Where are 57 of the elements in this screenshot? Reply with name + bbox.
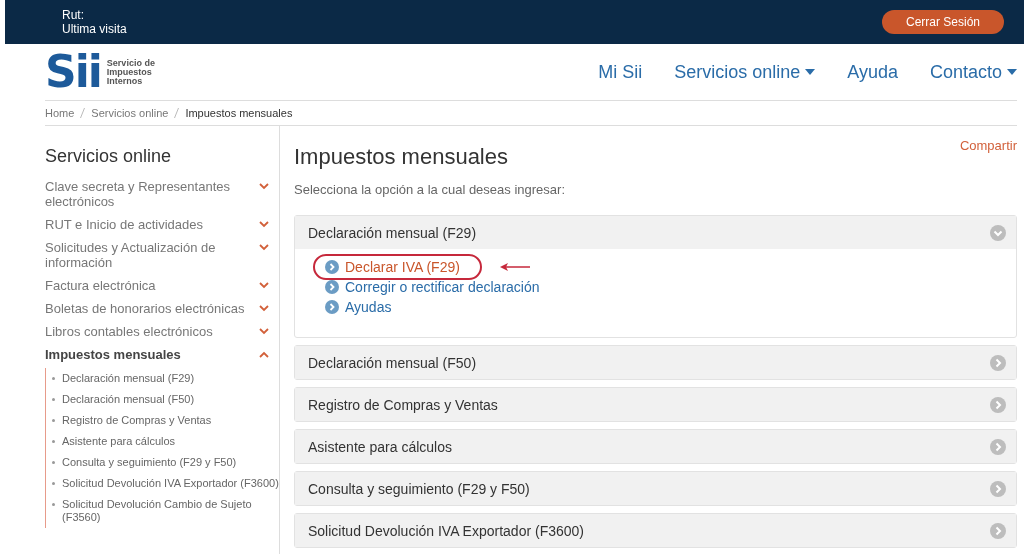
nav-link[interactable]: Mi Sii	[598, 61, 643, 83]
sidebar-item[interactable]: Clave secreta y Representantes electrónicos	[45, 179, 259, 209]
submenu-item[interactable]: Asistente para cálculos	[62, 435, 176, 448]
nav-link[interactable]: Contacto	[929, 61, 1017, 83]
sidebar-title: Servicios online	[45, 146, 173, 167]
separator-icon	[80, 108, 86, 118]
accordion-header[interactable]: Asistente para cálculos	[308, 438, 452, 455]
submenu-item[interactable]: Declaración mensual (F29)	[62, 372, 195, 385]
bullet-icon	[52, 419, 55, 422]
page-subtitle: Selecciona la opción a la cual deseas ingresar:	[294, 182, 566, 197]
sidebar-item[interactable]: Boletas de honorarios electrónicas	[45, 301, 245, 316]
submenu-item[interactable]: Solicitud Devolución IVA Exportador (F3600)	[62, 477, 279, 490]
bullet-icon	[52, 377, 55, 380]
logout-button[interactable]: Cerrar Sesión	[881, 10, 1004, 34]
chevron-right-icon[interactable]	[990, 480, 1006, 497]
sidebar-item[interactable]: Factura electrónica	[45, 278, 156, 293]
bullet-icon	[52, 440, 55, 443]
chevron-right-icon	[325, 280, 339, 294]
option-link[interactable]: Corregir o rectificar declaración	[345, 279, 540, 295]
bullet-icon	[52, 398, 55, 401]
page-title: Impuestos mensuales	[294, 144, 508, 170]
logo-mark[interactable]: Sii	[45, 52, 101, 92]
accordion-header[interactable]: Solicitud Devolución IVA Exportador (F3600)	[308, 522, 584, 539]
share-link[interactable]: Compartir	[959, 138, 1017, 182]
chevron-down-icon[interactable]	[990, 224, 1006, 241]
sidebar-item[interactable]: Solicitudes y Actualización de información	[45, 240, 259, 270]
chevron-right-icon	[325, 300, 339, 314]
bullet-icon	[52, 461, 55, 464]
sidebar-item[interactable]: Impuestos mensuales	[45, 347, 181, 362]
accordion-header[interactable]: Consulta y seguimiento (F29 y F50)	[308, 480, 530, 497]
arrow-icon	[499, 262, 530, 272]
sidebar-item[interactable]: RUT e Inicio de actividades	[45, 217, 203, 232]
nav-link[interactable]: Ayuda	[847, 61, 898, 83]
nav-link[interactable]: Servicios online	[674, 61, 816, 83]
accordion-header[interactable]: Registro de Compras y Ventas	[308, 396, 498, 413]
chevron-right-icon[interactable]	[990, 522, 1006, 539]
breadcrumb-link[interactable]: Servicios online	[91, 107, 169, 119]
chevron-right-icon	[325, 260, 339, 274]
bullet-icon	[52, 482, 55, 485]
user-info: Ultima visita	[62, 22, 127, 36]
sidebar-item[interactable]: Libros contables electrónicos	[45, 324, 213, 339]
option-link[interactable]: Ayudas	[345, 299, 392, 315]
logo-text: Servicio de Impuestos Internos	[106, 58, 155, 86]
separator-icon	[174, 108, 180, 118]
user-info: Rut:	[62, 8, 85, 22]
submenu-item[interactable]: Solicitud Devolución Cambio de Sujeto (F3560)	[62, 498, 279, 524]
submenu-item[interactable]: Consulta y seguimiento (F29 y F50)	[62, 456, 237, 469]
chevron-right-icon[interactable]	[990, 438, 1006, 455]
bullet-icon	[52, 503, 55, 506]
breadcrumb-link[interactable]: Home	[45, 107, 75, 119]
submenu-item[interactable]: Declaración mensual (F50)	[62, 393, 195, 406]
chevron-right-icon[interactable]	[990, 396, 1006, 413]
accordion-header[interactable]: Declaración mensual (F29)	[308, 224, 477, 241]
submenu-item[interactable]: Registro de Compras y Ventas	[62, 414, 212, 427]
option-link[interactable]: Declarar IVA (F29)	[345, 259, 460, 275]
chevron-right-icon[interactable]	[990, 354, 1006, 371]
accordion-header[interactable]: Declaración mensual (F50)	[308, 354, 477, 371]
